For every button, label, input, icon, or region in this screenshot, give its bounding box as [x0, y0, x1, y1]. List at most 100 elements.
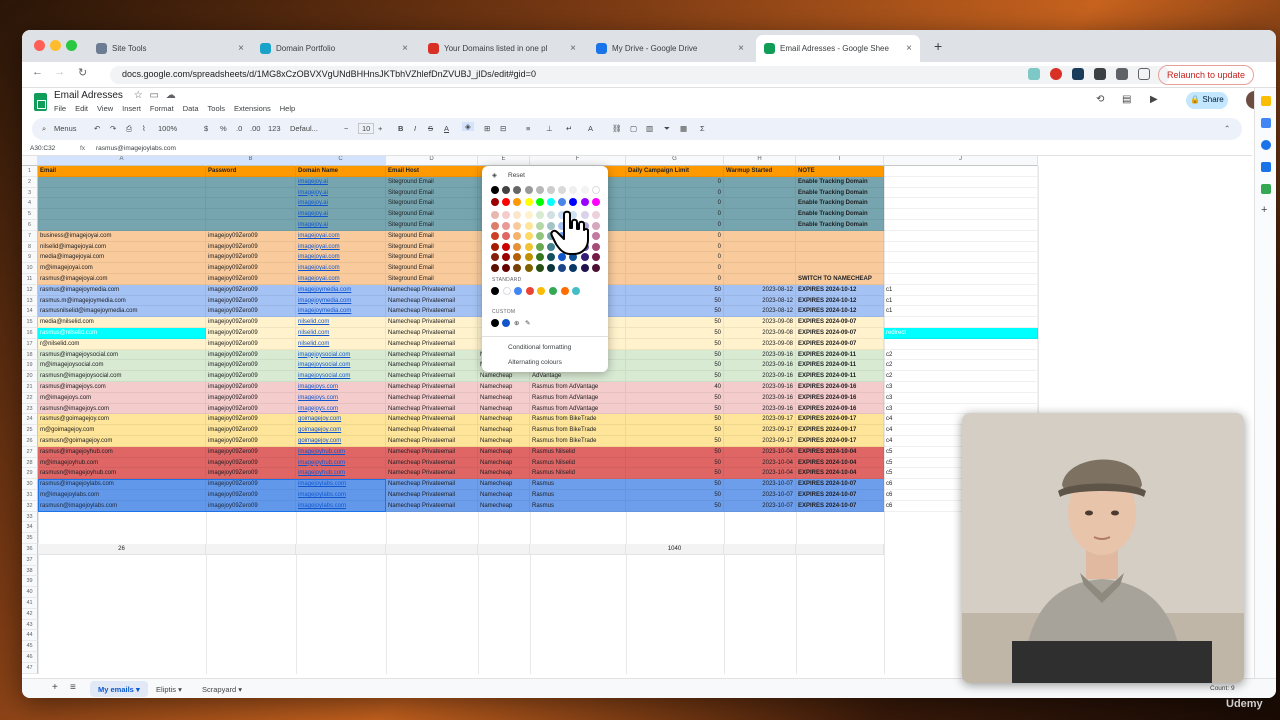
grid-cell[interactable]: 2023-10-07: [724, 500, 796, 512]
grid-cell[interactable]: imagejoyai.com: [296, 263, 386, 274]
extension-icon[interactable]: [1094, 68, 1106, 80]
color-swatch[interactable]: [535, 232, 544, 240]
menus-search[interactable]: Menus: [54, 124, 77, 133]
menu-edit[interactable]: Edit: [75, 104, 88, 113]
grid-cell[interactable]: [884, 198, 1038, 210]
grid-cell[interactable]: 0: [626, 252, 724, 264]
grid-cell[interactable]: 50: [626, 446, 724, 458]
color-swatch[interactable]: [591, 186, 600, 194]
color-swatch[interactable]: [524, 198, 533, 206]
grid-cell[interactable]: imagejoy09Zero09: [206, 252, 296, 264]
grid-cell[interactable]: m@imagejoylabs.com: [38, 490, 206, 501]
grid-cell[interactable]: 2023-09-16: [724, 392, 796, 404]
row-header[interactable]: 30: [22, 479, 38, 490]
grid-cell[interactable]: 2023-09-17: [724, 436, 796, 447]
horizontal-align-icon[interactable]: ≡: [526, 124, 530, 133]
comments-icon[interactable]: ▤: [1122, 94, 1131, 105]
row-header[interactable]: 42: [22, 608, 38, 620]
color-swatch[interactable]: [502, 253, 511, 261]
grid-cell[interactable]: 50: [626, 425, 724, 436]
sheet-tab-eliptis[interactable]: Eliptis ▾: [148, 681, 190, 697]
filter-icon[interactable]: ⏷: [664, 124, 670, 134]
filter-views-icon[interactable]: ▦: [680, 124, 687, 133]
grid-cell[interactable]: Namecheap: [478, 371, 530, 382]
grid-cell[interactable]: m@imagejoys.com: [38, 392, 206, 404]
grid-cell[interactable]: imagejoymedia.com: [296, 306, 386, 318]
grid-cell[interactable]: imagejoyhub.com: [296, 457, 386, 469]
grid-cell[interactable]: EXPIRES 2024-10-07: [796, 479, 884, 490]
color-swatch[interactable]: [535, 221, 544, 230]
grid-cell[interactable]: 2023-09-16: [724, 382, 796, 393]
grid-cell[interactable]: Namecheap Privateemail: [386, 295, 478, 307]
grid-cell[interactable]: 2023-09-08: [724, 317, 796, 328]
close-tab-icon[interactable]: ×: [738, 43, 744, 54]
grid-cell[interactable]: Siteground Email: [386, 209, 478, 220]
color-swatch[interactable]: [513, 186, 522, 194]
grid-cell[interactable]: rasmusnilselid@imagejoymedia.com: [38, 306, 206, 318]
row-header[interactable]: 22: [22, 392, 38, 404]
star-icon[interactable]: ☆: [134, 90, 143, 101]
font-size-increase-icon[interactable]: +: [378, 124, 382, 133]
grid-cell[interactable]: Namecheap: [478, 457, 530, 469]
color-swatch[interactable]: [524, 221, 533, 230]
grid-cell[interactable]: imagejoy09Zero09: [206, 446, 296, 458]
grid-cell[interactable]: imagejoy.ai: [296, 176, 386, 188]
eyedropper-icon[interactable]: ✎: [525, 319, 530, 327]
grid-cell[interactable]: 50: [626, 338, 724, 350]
grid-cell[interactable]: imagejoy09Zero09: [206, 468, 296, 480]
close-tab-icon[interactable]: ×: [238, 43, 244, 54]
sidebar-icon[interactable]: [1138, 68, 1150, 80]
grid-cell[interactable]: 0: [626, 263, 724, 274]
grid-cell[interactable]: rasmusn@imagejoyhub.com: [38, 468, 206, 480]
relaunch-button[interactable]: Relaunch to update: [1158, 65, 1255, 85]
add-addon-icon[interactable]: +: [1261, 204, 1267, 216]
grid-cell[interactable]: [884, 187, 1038, 199]
grid-cell[interactable]: EXPIRES 2024-09-17: [796, 425, 884, 436]
grid-cell[interactable]: rasmus.m@imagejoymedia.com: [38, 295, 206, 307]
grid-cell[interactable]: [724, 230, 796, 242]
grid-cell[interactable]: imagejoy09Zero09: [206, 284, 296, 296]
color-swatch[interactable]: [513, 198, 522, 206]
grid-cell[interactable]: [724, 198, 796, 210]
grid-cell[interactable]: Rasmus Nilselid: [530, 468, 626, 480]
grid-cell[interactable]: EXPIRES 2024-10-12: [796, 284, 884, 296]
color-swatch[interactable]: [524, 253, 533, 261]
grid-cell[interactable]: imagejoy09Zero09: [206, 360, 296, 372]
color-swatch[interactable]: [569, 198, 578, 206]
grid-cell[interactable]: EXPIRES 2024-10-12: [796, 306, 884, 318]
insert-chart-icon[interactable]: ▥: [646, 124, 653, 133]
color-swatch[interactable]: [491, 211, 499, 219]
strikethrough-icon[interactable]: S: [428, 124, 433, 133]
color-swatch[interactable]: [560, 287, 569, 295]
grid-cell[interactable]: SWITCH TO NAMECHEAP: [796, 274, 884, 285]
grid-cell[interactable]: Namecheap: [478, 500, 530, 512]
color-swatch[interactable]: [513, 221, 522, 230]
color-swatch[interactable]: [524, 263, 533, 272]
alternating-colours-item[interactable]: Alternating colours: [508, 359, 562, 366]
sheets-logo-icon[interactable]: [34, 93, 47, 111]
grid-cell[interactable]: imagejoylabs.com: [296, 479, 386, 490]
grid-cell[interactable]: [796, 263, 884, 274]
calendar-icon[interactable]: [1261, 96, 1271, 106]
grid-cell[interactable]: Siteground Email: [386, 198, 478, 210]
grid-cell[interactable]: EXPIRES 2024-10-07: [796, 490, 884, 501]
grid-cell[interactable]: EXPIRES 2024-09-16: [796, 392, 884, 404]
grid-cell[interactable]: [796, 241, 884, 253]
grid-cell[interactable]: imagejoy09Zero09: [206, 414, 296, 426]
grid-cell[interactable]: imagejoy09Zero09: [206, 306, 296, 318]
grid-cell[interactable]: rasmusn@imagejoysocial.com: [38, 371, 206, 382]
grid-cell[interactable]: EXPIRES 2024-10-04: [796, 446, 884, 458]
row-header[interactable]: 36: [22, 544, 38, 555]
merge-cells-icon[interactable]: ⊟: [500, 124, 506, 133]
grid-cell[interactable]: imagejoy09Zero09: [206, 274, 296, 285]
grid-cell[interactable]: rasmus@imagejoymedia.com: [38, 284, 206, 296]
grid-cell[interactable]: imagejoy09Zero09: [206, 392, 296, 404]
row-header[interactable]: 10: [22, 263, 38, 274]
grid-cell[interactable]: 50: [626, 436, 724, 447]
grid-cell[interactable]: [724, 274, 796, 285]
color-swatch[interactable]: [491, 319, 499, 327]
grid-cell[interactable]: nilselid.com: [296, 338, 386, 350]
color-swatch[interactable]: [572, 287, 581, 295]
color-swatch[interactable]: [580, 186, 589, 194]
grid-cell[interactable]: 50: [626, 295, 724, 307]
